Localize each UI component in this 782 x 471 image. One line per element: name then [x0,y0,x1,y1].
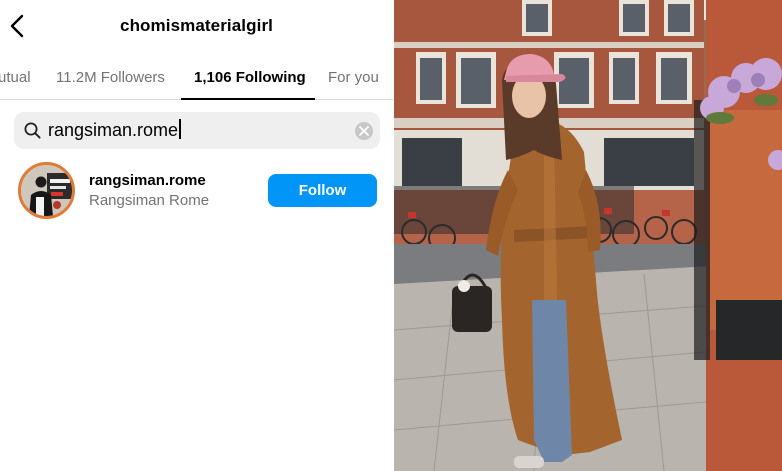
result-username: rangsiman.rome [89,172,206,189]
search-bar[interactable]: rangsiman.rome [14,112,380,149]
follow-button[interactable]: Follow [268,174,377,207]
tab-followers[interactable]: 11.2M Followers [56,69,165,86]
clear-icon [359,126,369,136]
tab-bar: utual 11.2M Followers 1,106 Following Fo… [0,60,393,100]
profile-username: chomismaterialgirl [120,16,273,35]
result-full-name: Rangsiman Rome [89,192,210,209]
top-bar: chomismaterialgirl [0,0,393,52]
search-query-text: rangsiman.rome [48,120,179,140]
search-input[interactable]: rangsiman.rome [48,119,348,143]
text-cursor [179,119,181,139]
avatar[interactable] [18,162,75,219]
following-search-panel: chomismaterialgirl utual 11.2M Followers… [0,0,393,471]
tab-mutual[interactable]: utual [0,69,31,86]
clear-search-button[interactable] [355,122,373,140]
street-photo-illustration [394,0,782,471]
tab-following[interactable]: 1,106 Following [194,69,306,86]
profile-photo [21,165,72,216]
search-icon [24,122,41,139]
tab-for-you[interactable]: For you [328,69,379,86]
street-photo [394,0,782,471]
active-tab-indicator [181,98,315,100]
